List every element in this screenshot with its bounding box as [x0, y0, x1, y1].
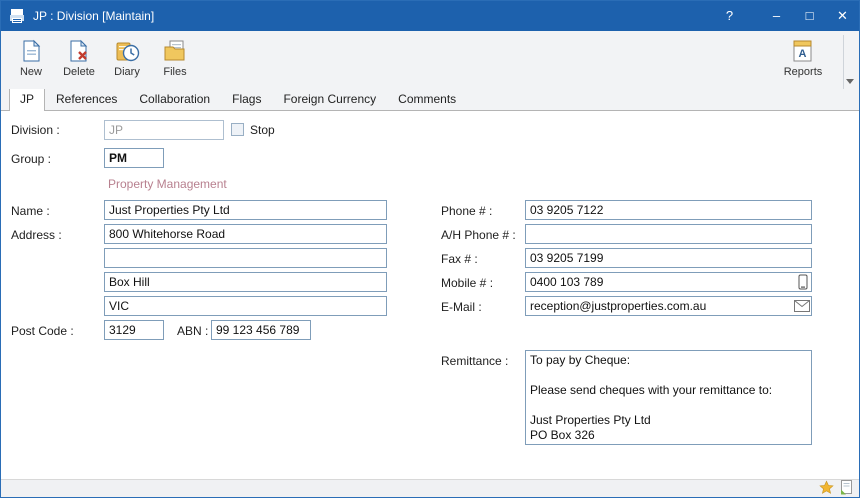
delete-button[interactable]: Delete — [55, 35, 103, 89]
tab-references[interactable]: References — [45, 88, 128, 110]
app-window: JP : Division [Maintain] ? – □ ✕ New — [0, 0, 860, 498]
toolbar-label: Delete — [63, 66, 95, 78]
app-icon — [8, 7, 26, 25]
svg-text:A: A — [799, 48, 807, 60]
stop-checkbox[interactable] — [231, 123, 244, 136]
files-folder-icon — [162, 35, 188, 67]
tab-collaboration[interactable]: Collaboration — [128, 88, 221, 110]
toolbar-label: Reports — [784, 66, 823, 78]
name-label: Name : — [11, 204, 50, 218]
document-shortcut-icon[interactable] — [839, 480, 853, 498]
remittance-textarea[interactable]: To pay by Cheque: Please send cheques wi… — [525, 350, 812, 445]
mobile-input[interactable] — [525, 272, 812, 292]
address-line4-input[interactable] — [104, 296, 387, 316]
files-button[interactable]: Files — [151, 35, 199, 89]
mobile-phone-icon — [798, 274, 808, 290]
phone-input[interactable] — [525, 200, 812, 220]
post-code-input[interactable] — [104, 320, 164, 340]
favorite-star-icon[interactable] — [819, 480, 834, 498]
address-line3-input[interactable] — [104, 272, 387, 292]
remittance-label: Remittance : — [441, 354, 508, 368]
new-button[interactable]: New — [7, 35, 55, 89]
post-code-label: Post Code : — [11, 324, 74, 338]
address-label: Address : — [11, 228, 62, 242]
minimize-button[interactable]: – — [760, 1, 793, 31]
group-input[interactable] — [104, 148, 164, 168]
titlebar: JP : Division [Maintain] ? – □ ✕ — [1, 1, 859, 31]
stop-label: Stop — [250, 123, 275, 137]
tab-flags[interactable]: Flags — [221, 88, 272, 110]
address-line2-input[interactable] — [104, 248, 387, 268]
reports-icon: A — [790, 35, 816, 67]
address-line1-input[interactable] — [104, 224, 387, 244]
name-input[interactable] — [104, 200, 387, 220]
mobile-label: Mobile # : — [441, 276, 493, 290]
toolbar-label: New — [20, 66, 42, 78]
fax-label: Fax # : — [441, 252, 478, 266]
maximize-button[interactable]: □ — [793, 1, 826, 31]
tab-jp[interactable]: JP — [9, 88, 45, 111]
group-description: Property Management — [108, 177, 227, 191]
ah-phone-label: A/H Phone # : — [441, 228, 516, 242]
help-button[interactable]: ? — [713, 1, 746, 31]
tabstrip: JP References Collaboration Flags Foreig… — [1, 89, 859, 111]
reports-button[interactable]: A Reports — [779, 35, 827, 89]
division-input[interactable] — [104, 120, 224, 140]
toolbar-label: Diary — [114, 66, 140, 78]
email-label: E-Mail : — [441, 300, 482, 314]
tab-foreign-currency[interactable]: Foreign Currency — [272, 88, 387, 110]
ah-phone-input[interactable] — [525, 224, 812, 244]
toolbar: New Delete Diary — [1, 31, 859, 89]
close-button[interactable]: ✕ — [826, 1, 859, 31]
fax-input[interactable] — [525, 248, 812, 268]
tab-comments[interactable]: Comments — [387, 88, 467, 110]
diary-clock-icon — [114, 35, 140, 67]
abn-label: ABN : — [177, 324, 208, 338]
email-envelope-icon — [794, 300, 810, 312]
chevron-down-icon — [846, 79, 854, 84]
division-label: Division : — [11, 123, 60, 137]
form-panel: Division : Stop Group : Property Managem… — [1, 111, 859, 479]
toolbar-overflow-button[interactable] — [843, 35, 855, 89]
phone-label: Phone # : — [441, 204, 492, 218]
status-bar — [1, 479, 859, 497]
diary-button[interactable]: Diary — [103, 35, 151, 89]
group-label: Group : — [11, 152, 51, 166]
toolbar-label: Files — [163, 66, 186, 78]
delete-document-icon — [66, 35, 92, 67]
window-title: JP : Division [Maintain] — [33, 9, 713, 23]
abn-input[interactable] — [211, 320, 311, 340]
new-document-icon — [18, 35, 44, 67]
email-input[interactable] — [525, 296, 812, 316]
